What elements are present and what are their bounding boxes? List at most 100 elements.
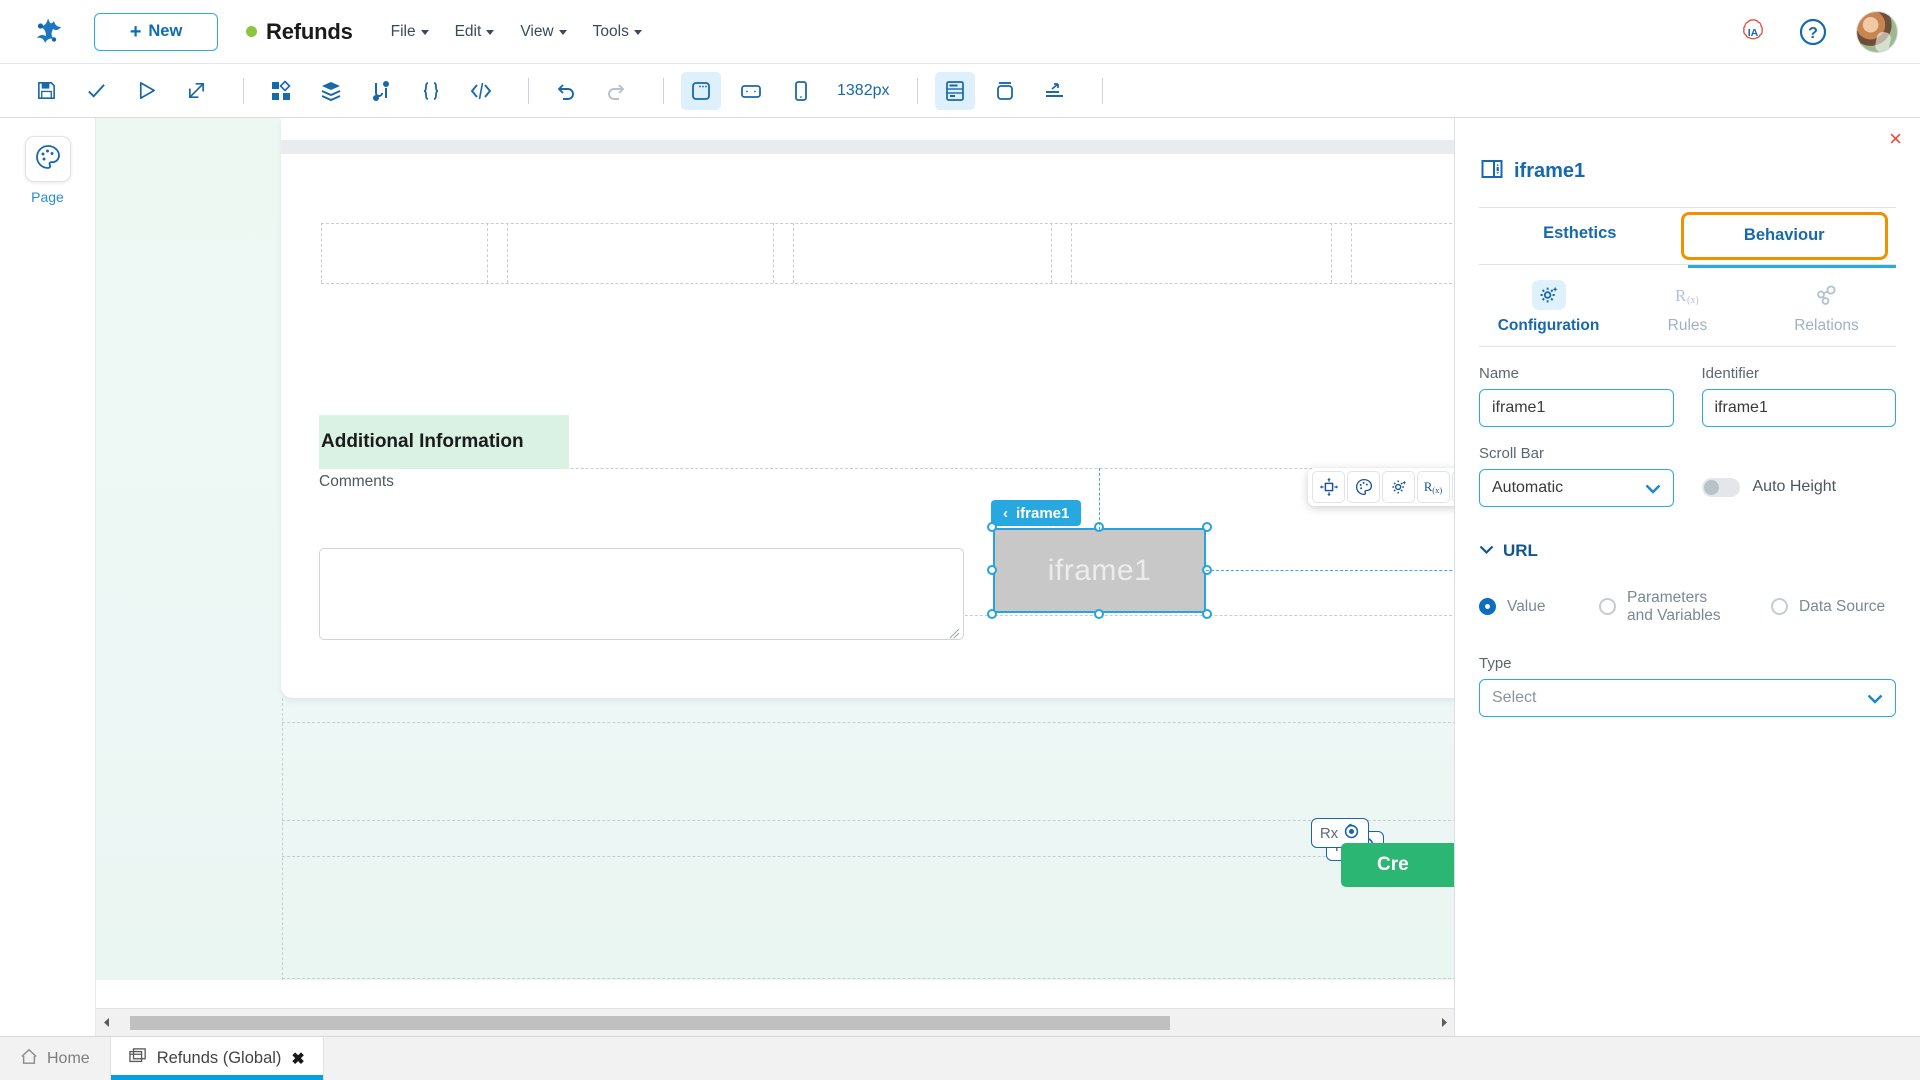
sidebar-item-page[interactable] — [24, 136, 71, 182]
code-icon[interactable] — [461, 72, 501, 110]
tab-esthetics[interactable]: Esthetics — [1479, 208, 1681, 264]
region-divider — [282, 820, 1454, 821]
grid-col-div — [773, 223, 774, 283]
redo-icon[interactable] — [596, 72, 636, 110]
iframe-placeholder[interactable]: iframe1 — [993, 528, 1206, 613]
new-button[interactable]: + New — [94, 12, 218, 51]
close-icon[interactable]: × — [1889, 128, 1902, 150]
scroll-right-arrow-icon[interactable] — [1434, 1009, 1454, 1037]
menu-file[interactable]: File — [391, 23, 429, 41]
identifier-label: Identifier — [1701, 365, 1760, 382]
menu-edit[interactable]: Edit — [455, 23, 495, 41]
radio-value-input[interactable] — [1479, 598, 1496, 616]
resize-grip-icon — [949, 626, 960, 639]
page-palette-icon — [35, 144, 61, 175]
name-input[interactable] — [1479, 389, 1674, 427]
toolbar-divider — [1101, 77, 1103, 104]
type-select[interactable] — [1479, 678, 1896, 717]
scrollbar-label: Scroll Bar — [1479, 445, 1545, 462]
iframe-widget[interactable]: ‹ iframe1 iframe1 — [987, 500, 1212, 619]
name-label: Name — [1479, 365, 1520, 382]
tab-behaviour[interactable]: Behaviour — [1680, 212, 1888, 260]
subtab-configuration[interactable]: Configuration — [1479, 280, 1618, 346]
selection-guide-horizontal — [1206, 570, 1454, 571]
taskbar-home-label: Home — [47, 1049, 90, 1067]
desktop-view-icon[interactable] — [681, 71, 721, 110]
palette-esthetics-icon[interactable] — [1347, 471, 1380, 503]
resize-handle-ne[interactable] — [1202, 522, 1212, 532]
resize-handle-se[interactable] — [1202, 609, 1212, 619]
auto-height-toggle[interactable] — [1701, 477, 1740, 497]
container-icon[interactable] — [985, 72, 1025, 110]
gear-configuration-icon — [1531, 280, 1566, 310]
identifier-input[interactable] — [1701, 389, 1896, 427]
menu-tools[interactable]: Tools — [593, 23, 642, 41]
iframe-widget-icon — [1481, 158, 1503, 185]
move-drag-icon[interactable] — [1312, 471, 1345, 503]
undo-icon[interactable] — [546, 72, 586, 110]
scroll-thumb[interactable] — [130, 1015, 1170, 1030]
document-title-text: Refunds — [266, 18, 353, 44]
panel-title: iframe1 — [1514, 160, 1586, 182]
comments-input[interactable] — [319, 548, 964, 640]
resize-handle-s[interactable] — [1094, 609, 1104, 619]
publish-export-icon[interactable] — [176, 72, 216, 110]
grid-col-div — [1351, 223, 1352, 283]
home-icon — [20, 1048, 38, 1070]
radio-value[interactable]: Value — [1479, 598, 1599, 616]
taskbar-home[interactable]: Home — [0, 1037, 110, 1080]
create-button[interactable]: Cre — [1341, 843, 1454, 887]
svg-text:(x): (x) — [1432, 485, 1442, 495]
section-heading-text: Additional Information — [321, 431, 524, 452]
resize-handle-sw[interactable] — [987, 609, 997, 619]
run-play-icon[interactable] — [126, 72, 166, 110]
variables-braces-icon[interactable] — [411, 72, 451, 110]
scroll-left-arrow-icon[interactable] — [96, 1009, 116, 1037]
rules-rx-icon[interactable]: R (x) — [1417, 471, 1450, 503]
page-structure-icon[interactable] — [934, 71, 975, 110]
data-flow-icon[interactable] — [361, 72, 401, 110]
align-icon[interactable] — [1035, 72, 1075, 110]
avatar[interactable] — [1856, 10, 1898, 53]
chevron-down-icon — [558, 30, 567, 35]
layers-stack-icon[interactable] — [311, 72, 351, 110]
grid-row-top — [321, 223, 1454, 224]
resize-handle-nw[interactable] — [987, 522, 997, 532]
canvas-width-label[interactable]: 1382px — [837, 82, 890, 100]
mobile-view-icon[interactable] — [781, 72, 821, 110]
menu-bar: File Edit View Tools — [391, 23, 642, 41]
save-icon[interactable] — [26, 72, 66, 110]
url-section-header[interactable]: URL — [1479, 541, 1896, 561]
taskbar-tab-refunds[interactable]: Refunds (Global) ✖ — [109, 1037, 324, 1080]
resize-handle-w[interactable] — [987, 565, 997, 575]
widget-tag-badge[interactable]: ‹ iframe1 — [991, 500, 1082, 526]
radio-parameters-and-variables[interactable]: Parameters and Variables — [1599, 589, 1771, 625]
plus-icon: + — [129, 20, 142, 43]
components-grid-icon[interactable] — [261, 72, 301, 110]
validate-check-icon[interactable] — [76, 72, 116, 110]
menu-view[interactable]: View — [520, 23, 567, 41]
close-icon[interactable]: ✖ — [291, 1049, 304, 1069]
gear-configuration-icon[interactable] — [1382, 471, 1415, 503]
toolbar-divider — [916, 77, 918, 104]
canvas-hscrollbar[interactable] — [96, 1008, 1454, 1036]
svg-text:IA: IA — [1748, 27, 1759, 39]
radio-data-source[interactable]: Data Source — [1771, 598, 1885, 616]
scroll-track[interactable] — [116, 1015, 1434, 1030]
region-divider — [282, 978, 1454, 979]
subtab-configuration-label: Configuration — [1497, 317, 1600, 334]
ia-assistant-icon[interactable]: IA — [1736, 15, 1770, 49]
subtab-relations[interactable]: Relations — [1757, 280, 1896, 346]
radio-data-source-input[interactable] — [1771, 598, 1788, 616]
document-title[interactable]: Refunds — [246, 19, 353, 45]
url-source-radiogroup: Value Parameters and Variables Data Sour… — [1479, 589, 1896, 625]
help-icon[interactable]: ? — [1796, 15, 1830, 49]
rules-chip-label: Rx — [1319, 824, 1339, 842]
tablet-view-icon[interactable] — [731, 72, 771, 110]
design-canvas[interactable]: Additional Information Comments ‹ iframe… — [96, 118, 1454, 1036]
editor-toolbar: 1382px — [0, 64, 1920, 118]
frog-logo-icon[interactable] — [28, 11, 70, 53]
subtab-rules[interactable]: R (x) Rules — [1618, 280, 1757, 346]
radio-parameters-input[interactable] — [1599, 598, 1616, 616]
scrollbar-select[interactable] — [1479, 469, 1674, 507]
